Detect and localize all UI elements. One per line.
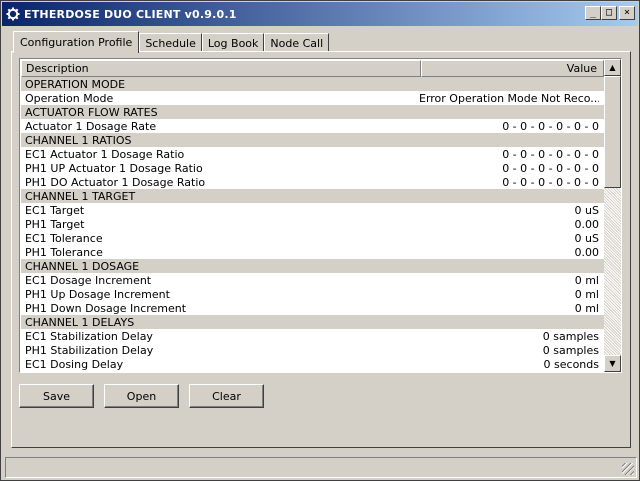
row-description: PH1 Tolerance	[25, 245, 103, 259]
row-value[interactable]: 0.00	[575, 246, 600, 259]
maximize-button[interactable]: □	[601, 6, 617, 20]
row-description: Operation Mode	[25, 91, 114, 105]
scroll-down-button[interactable]: ▼	[604, 355, 621, 372]
scroll-up-button[interactable]: ▲	[604, 59, 621, 76]
open-button[interactable]: Open	[104, 384, 179, 408]
grid-rows: OPERATION MODE Operation Mode Error Operat…	[21, 77, 604, 371]
row-description: PH1 Stabilization Delay	[25, 343, 154, 357]
grid-row[interactable]: EC1 Dosage Increment 0 ml	[21, 273, 604, 287]
grid-row[interactable]: PH1 DO Actuator 1 Dosage Ratio 0 - 0 - 0 …	[21, 175, 604, 189]
row-value[interactable]: 0 uS	[575, 204, 599, 217]
row-description: PH1 DO Actuator 1 Dosage Ratio	[25, 175, 206, 189]
row-value[interactable]: 0 uS	[575, 232, 599, 245]
row-value[interactable]: 0 samples	[543, 344, 599, 357]
row-description: EC1 Tolerance	[25, 231, 103, 245]
grid-row[interactable]: PH1 Up Dosage Increment 0 ml	[21, 287, 604, 301]
row-value[interactable]: 0 - 0 - 0 - 0 - 0 - 0	[502, 120, 599, 133]
grid-header: Description Value	[21, 60, 604, 77]
row-description: EC1 Dosage Increment	[25, 273, 152, 287]
window-title: ETHERDOSE DUO CLIENT v0.9.0.1	[24, 7, 237, 21]
grid-row[interactable]: PH1 UP Actuator 1 Dosage Ratio 0 - 0 - 0 …	[21, 161, 604, 175]
grid-row[interactable]: Operation Mode Error Operation Mode Not R…	[21, 91, 604, 105]
row-description: PH1 UP Actuator 1 Dosage Ratio	[25, 161, 203, 175]
row-value[interactable]: Error Operation Mode Not Reco...	[419, 92, 599, 105]
row-value[interactable]: 0 ml	[575, 302, 599, 315]
tab-log-book[interactable]: Log Book	[201, 33, 265, 52]
tab-node-call[interactable]: Node Call	[264, 33, 330, 52]
row-value[interactable]: 0 ml	[575, 274, 599, 287]
grid-row[interactable]: EC1 Target 0 uS	[21, 203, 604, 217]
row-value[interactable]: 0 - 0 - 0 - 0 - 0 - 0	[502, 162, 599, 175]
scroll-thumb[interactable]	[604, 76, 621, 188]
grid-section-header: CHANNEL 1 DOSAGE	[21, 259, 604, 273]
grid-content: Description Value OPERATION MODE Operatio…	[21, 60, 604, 371]
column-header-description[interactable]: Description	[21, 60, 421, 77]
window-controls: _ □ ×	[585, 6, 635, 20]
grid-row[interactable]: EC1 Dosing Delay 0 seconds	[21, 357, 604, 371]
row-value[interactable]: 0 samples	[543, 330, 599, 343]
row-description: PH1 Down Dosage Increment	[25, 301, 187, 315]
gear-icon[interactable]	[5, 6, 21, 22]
grid-section-header: CHANNEL 1 TARGET	[21, 189, 604, 203]
grid-row[interactable]: PH1 Down Dosage Increment 0 ml	[21, 301, 604, 315]
gear-icon-svg	[6, 7, 20, 21]
grid-row[interactable]: PH1 Tolerance 0.00	[21, 245, 604, 259]
title-bar[interactable]: ETHERDOSE DUO CLIENT v0.9.0.1 _ □ ×	[2, 2, 638, 26]
row-value[interactable]: 0 ml	[575, 288, 599, 301]
resize-grip-icon[interactable]	[622, 463, 634, 475]
row-description: EC1 Dosing Delay	[25, 357, 124, 371]
grid-section-header: OPERATION MODE	[21, 77, 604, 91]
row-description: EC1 Stabilization Delay	[25, 329, 153, 343]
row-description: PH1 Up Dosage Increment	[25, 287, 170, 301]
row-description: EC1 Actuator 1 Dosage Ratio	[25, 147, 185, 161]
row-description: EC1 Target	[25, 203, 85, 217]
property-grid[interactable]: Description Value OPERATION MODE Operatio…	[19, 58, 622, 373]
tab-schedule[interactable]: Schedule	[139, 33, 202, 52]
row-description: PH1 Target	[25, 217, 85, 231]
tab-strip: Configuration Profile Schedule Log Book …	[13, 31, 330, 53]
minimize-button[interactable]: _	[585, 6, 601, 20]
row-description: Actuator 1 Dosage Rate	[25, 119, 157, 133]
clear-button[interactable]: Clear	[189, 384, 264, 408]
grid-row[interactable]: PH1 Target 0.00	[21, 217, 604, 231]
grid-row[interactable]: PH1 Stabilization Delay 0 samples	[21, 343, 604, 357]
app-window: ETHERDOSE DUO CLIENT v0.9.0.1 _ □ × Conf…	[0, 0, 640, 481]
grid-row[interactable]: Actuator 1 Dosage Rate 0 - 0 - 0 - 0 - 0 …	[21, 119, 604, 133]
row-value[interactable]: 0 seconds	[544, 358, 599, 371]
vertical-scrollbar[interactable]: ▲ ▼	[604, 59, 621, 372]
tab-configuration-profile[interactable]: Configuration Profile	[13, 31, 140, 53]
row-value[interactable]: 0 - 0 - 0 - 0 - 0 - 0	[502, 148, 599, 161]
row-value[interactable]: 0 - 0 - 0 - 0 - 0 - 0	[502, 176, 599, 189]
grid-row[interactable]: EC1 Tolerance 0 uS	[21, 231, 604, 245]
grid-section-header: ACTUATOR FLOW RATES	[21, 105, 604, 119]
save-button[interactable]: Save	[19, 384, 94, 408]
grid-row[interactable]: EC1 Stabilization Delay 0 samples	[21, 329, 604, 343]
close-button[interactable]: ×	[619, 6, 635, 20]
column-header-value[interactable]: Value	[421, 60, 604, 77]
row-value[interactable]: 0.00	[575, 218, 600, 231]
grid-section-header: CHANNEL 1 DELAYS	[21, 315, 604, 329]
status-bar	[5, 457, 637, 478]
grid-section-header: CHANNEL 1 RATIOS	[21, 133, 604, 147]
grid-row[interactable]: EC1 Actuator 1 Dosage Ratio 0 - 0 - 0 - 0…	[21, 147, 604, 161]
